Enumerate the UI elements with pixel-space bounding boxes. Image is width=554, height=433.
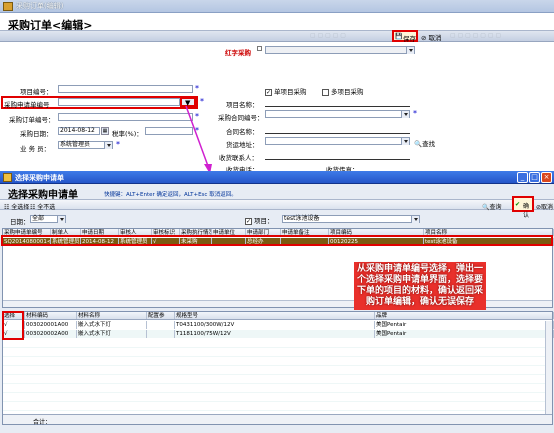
single-project-option[interactable]: ✓ 单项目采购 [265, 86, 307, 96]
confirm-button[interactable]: ✔ 确认 [512, 196, 534, 219]
maximize-button[interactable]: □ [529, 172, 540, 183]
cell-1: 003020002A00 [25, 330, 77, 338]
address-label: 货运地址： [226, 141, 259, 149]
cell-5: 美国Pentair [375, 330, 554, 338]
receiver-value [265, 159, 410, 160]
annotation-callout: 从采购申请单编号选择，弹出一个选择采购申请单界面，选择要下单的项目的材料，确认返… [354, 262, 486, 310]
cell-4: T1181100/75W/12V [175, 330, 375, 338]
dialog-title: 选择采购申请单 [15, 174, 64, 182]
column-header-1: 材料编码 [25, 312, 77, 319]
project-no-field[interactable] [58, 85, 193, 93]
contract-no-label: 采购合同编号： [218, 114, 264, 122]
purchase-date-field[interactable]: 2014-08-12 [58, 127, 100, 135]
total-row: 合计： [3, 414, 552, 426]
red-purchase-checkbox[interactable] [257, 46, 262, 51]
material-grid-header: 选择 材料编码 材料名称 配置参 规格型号 品牌 [3, 312, 554, 320]
shortcut-hint: 快捷键：ALT+Enter 确定返回，ALT+Esc 取消返回。 [104, 192, 237, 198]
required-mark: * [195, 84, 199, 93]
contract-name-value [265, 133, 410, 134]
multi-project-checkbox[interactable] [322, 88, 329, 96]
app-icon [3, 2, 13, 11]
vertical-scrollbar[interactable] [545, 321, 552, 415]
selected-row-highlight [1, 235, 553, 246]
close-button[interactable]: × [541, 172, 552, 183]
pointer-arrow [185, 105, 212, 174]
required-mark: * [413, 109, 417, 118]
check-icon: ✔ [515, 201, 521, 208]
cell-4: T0431100/300W/12V [175, 321, 375, 329]
dialog-date-label: 日期： [10, 218, 30, 226]
query-button[interactable]: 🔍查询 [482, 202, 502, 211]
column-header-4: 规格型号 [175, 312, 375, 319]
project-filter-checkbox[interactable]: ✓ [245, 217, 252, 225]
dialog-cancel-button[interactable]: ⊘取消 [536, 202, 553, 211]
window-title: 采购订单(编辑) [16, 2, 64, 10]
dialog-date-select[interactable]: 全部 [30, 215, 66, 223]
cell-3 [147, 321, 175, 329]
form-toolbar: ▢ ▢ ▢ ▢ ▢ 💾 保存 ⊘ 取消 ▢ ▢ ▢ ▢ ▢ ▢ ▢ [0, 30, 554, 43]
cancel-icon: ⊘ [421, 34, 427, 42]
staff-select[interactable]: 系统管理员 [58, 141, 113, 149]
single-project-checkbox[interactable]: ✓ [265, 88, 272, 96]
cell-2: 嵌入式水下灯 [77, 321, 147, 329]
dialog-app-icon [3, 173, 12, 182]
empty-rows [3, 339, 552, 415]
contract-no-select[interactable] [265, 110, 410, 118]
red-purchase-select[interactable] [265, 46, 415, 54]
project-no-label: 项目编号： [20, 88, 53, 96]
contract-name-label: 合同名称： [226, 128, 259, 136]
cell-2: 嵌入式水下灯 [77, 330, 147, 338]
cell-5: 美国Pentair [375, 321, 554, 329]
project-name-label: 项目名称： [226, 101, 259, 109]
save-button[interactable]: 💾 保存 [392, 30, 418, 43]
dialog-toolbar: ☷ 全选择 ☷ 全不选 🔍查询 ⊘取消 [0, 199, 554, 211]
receiver-label: 收货联系人： [219, 154, 258, 162]
window-titlebar: 采购订单(编辑) [0, 0, 554, 13]
search-icon: 🔍 [414, 140, 423, 148]
cancel-button[interactable]: ⊘ 取消 [421, 32, 442, 42]
select-column-highlight [2, 311, 24, 340]
toolbar-disabled-right: ▢ ▢ ▢ ▢ ▢ ▢ ▢ [450, 32, 502, 39]
minimize-button[interactable]: _ [517, 172, 528, 183]
tax-rate-label: 税率(%)： [112, 130, 143, 138]
table-row[interactable]: √ 003020001A00 嵌入式水下灯 T0431100/300W/12V 美国Pe… [3, 321, 554, 329]
column-header-3: 配置参 [147, 312, 175, 319]
save-icon: 💾 [395, 33, 403, 40]
cell-1: 003020001A00 [25, 321, 77, 329]
column-header-5: 品牌 [375, 312, 554, 319]
address-select[interactable] [265, 137, 410, 145]
required-mark: * [116, 140, 120, 149]
calendar-icon[interactable]: ▦ [101, 127, 109, 135]
req-no-field[interactable] [58, 98, 180, 106]
select-all-button[interactable]: ☷ 全选择 [4, 202, 29, 211]
column-header-2: 材料名称 [77, 312, 147, 319]
project-name-value [265, 106, 410, 107]
find-button[interactable]: 🔍查找 [414, 138, 435, 148]
material-grid: 选择 材料编码 材料名称 配置参 规格型号 品牌 √ 003020001A00 嵌入式水下灯 T… [2, 311, 554, 426]
purchase-date-label: 采购日期： [20, 130, 53, 138]
cell-3 [147, 330, 175, 338]
table-row[interactable]: √ 003020002A00 嵌入式水下灯 T1181100/75W/12V 美国Pen… [3, 330, 554, 338]
red-purchase-label: 红字采购 [225, 49, 251, 57]
req-no-label: 采购申请单编号 [4, 101, 50, 109]
toolbar-disabled-buttons: ▢ ▢ ▢ ▢ ▢ [310, 32, 346, 39]
order-no-label: 采购订单编号： [9, 116, 55, 124]
dialog-project-select[interactable]: test泳池设备 [282, 215, 420, 223]
order-no-field[interactable] [58, 113, 193, 121]
dialog-titlebar: 选择采购申请单 _ □ × [0, 171, 554, 184]
deselect-all-button[interactable]: ☷ 全不选 [30, 202, 55, 211]
staff-label: 业 务 员： [20, 145, 51, 153]
multi-project-option[interactable]: 多项目采购 [322, 86, 364, 96]
dialog-project-filter[interactable]: ✓ 项目： [245, 215, 274, 225]
